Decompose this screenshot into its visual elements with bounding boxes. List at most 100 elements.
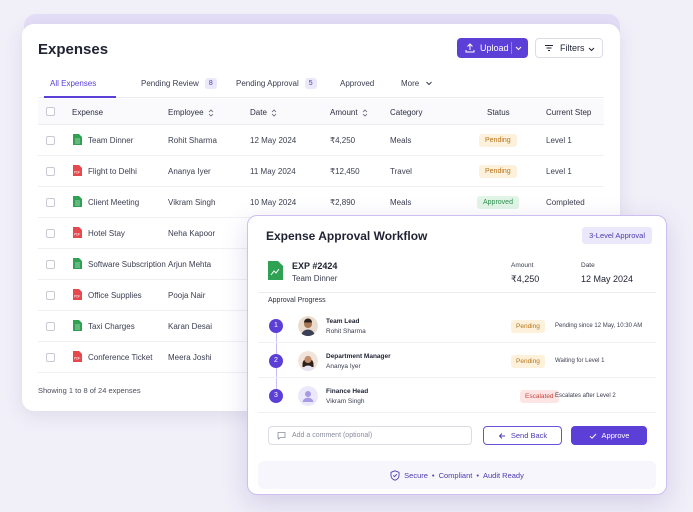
expense-amount: ₹4,250: [330, 136, 356, 145]
tab-more[interactable]: More: [401, 76, 433, 90]
status-badge: Pending: [511, 355, 545, 368]
chevron-down-icon: [426, 81, 433, 86]
expense-amount: ₹12,450: [330, 167, 360, 176]
select-all-checkbox[interactable]: [46, 107, 55, 116]
send-back-button[interactable]: Send Back: [483, 426, 562, 445]
pdf-icon: PDF: [73, 227, 82, 238]
upload-divider: [511, 42, 512, 54]
column-status: Status: [487, 108, 510, 117]
svg-text:PDF: PDF: [74, 357, 80, 361]
table-row[interactable]: PDF Flight to Delhi Ananya Iyer 11 May 2…: [38, 156, 604, 187]
footer-secure: Secure: [404, 470, 428, 480]
filters-button[interactable]: Filters: [535, 38, 603, 58]
tab-label: Pending Review: [141, 78, 199, 88]
send-back-label: Send Back: [510, 431, 548, 440]
approve-label: Approve: [601, 431, 630, 440]
expense-date: 10 May 2024: [250, 198, 297, 207]
row-checkbox[interactable]: [46, 229, 55, 238]
step-number: 3: [269, 389, 283, 403]
employee-name: Neha Kapoor: [168, 229, 216, 238]
table-row[interactable]: Team Dinner Rohit Sharma 12 May 2024 ₹4,…: [38, 125, 604, 156]
sheet-icon: [268, 261, 283, 280]
step-approver: Vikram Singh: [326, 398, 365, 405]
expense-name: Conference Ticket: [88, 353, 153, 362]
expense-name: Team Dinner: [292, 274, 338, 283]
table-row[interactable]: Client Meeting Vikram Singh 10 May 2024 …: [38, 187, 604, 218]
sheet-icon: [73, 258, 82, 269]
comment-input[interactable]: Add a comment (optional): [268, 426, 472, 445]
upload-label: Upload: [480, 43, 509, 53]
upload-button[interactable]: Upload: [457, 38, 528, 58]
current-step: Completed: [546, 198, 585, 207]
step-note: Pending since 12 May, 10:30 AM: [555, 323, 643, 329]
step-note: Escalates after Level 2: [555, 393, 616, 399]
sort-icon: [271, 108, 277, 117]
tab-approved[interactable]: Approved: [340, 76, 374, 90]
arrow-left-icon: [498, 432, 505, 439]
row-checkbox[interactable]: [46, 167, 55, 176]
step-number: 1: [269, 319, 283, 333]
row-checkbox[interactable]: [46, 353, 55, 362]
expense-category: Travel: [390, 167, 412, 176]
count-badge: 8: [204, 77, 217, 89]
approval-step: 2 Department Manager Ananya Iyer Pending…: [258, 343, 656, 378]
row-checkbox[interactable]: [46, 198, 55, 207]
current-step: Level 1: [546, 167, 572, 176]
svg-text:PDF: PDF: [74, 295, 80, 299]
expense-name: Flight to Delhi: [88, 167, 137, 176]
employee-name: Ananya Iyer: [168, 167, 211, 176]
column-current-step: Current Step: [546, 108, 592, 117]
tab-label: Pending Approval: [236, 78, 299, 88]
amount-value: ₹4,250: [511, 274, 540, 284]
page-title: Expenses: [38, 41, 109, 58]
sheet-icon: [73, 320, 82, 331]
svg-text:PDF: PDF: [74, 233, 80, 237]
row-checkbox[interactable]: [46, 136, 55, 145]
tab-all-expenses[interactable]: All Expenses: [50, 76, 96, 90]
sort-icon: [208, 108, 213, 117]
expense-id: EXP #2424: [292, 261, 338, 271]
expense-name: Hotel Stay: [88, 229, 125, 238]
comment-icon: [277, 432, 286, 440]
date-label: Date: [581, 262, 595, 269]
expense-tabs: All Expenses Pending Review 8 Pending Ap…: [38, 66, 604, 98]
row-checkbox[interactable]: [46, 322, 55, 331]
employee-name: Meera Joshi: [168, 353, 212, 362]
expense-summary: EXP #2424 Team Dinner Amount ₹4,250 Date…: [258, 253, 656, 293]
tab-pending-review[interactable]: Pending Review 8: [141, 76, 217, 90]
status-badge: Pending: [479, 165, 517, 178]
column-date[interactable]: Date: [250, 108, 278, 117]
employee-name: Karan Desai: [168, 322, 213, 331]
comment-placeholder: Add a comment (optional): [292, 432, 373, 439]
expense-name: Team Dinner: [88, 136, 134, 145]
footer-separator: •: [431, 470, 435, 480]
approve-button[interactable]: Approve: [571, 426, 647, 445]
status-badge: Pending: [511, 320, 545, 333]
step-role: Finance Head: [326, 388, 369, 395]
date-value: 12 May 2024: [581, 274, 634, 284]
user-placeholder-icon: [298, 386, 318, 406]
approval-level-badge: 3-Level Approval: [582, 227, 652, 244]
status-badge: Pending: [479, 134, 517, 147]
expense-name: Office Supplies: [88, 291, 142, 300]
step-approver: Rohit Sharma: [326, 328, 366, 335]
row-checkbox[interactable]: [46, 260, 55, 269]
expense-category: Meals: [390, 198, 412, 207]
expense-category: Meals: [390, 136, 412, 145]
active-tab-indicator: [44, 96, 116, 98]
upload-icon: [465, 43, 475, 53]
step-approver: Ananya Iyer: [326, 363, 361, 370]
row-checkbox[interactable]: [46, 291, 55, 300]
filters-label: Filters: [560, 43, 585, 53]
progress-heading: Approval Progress: [268, 297, 326, 304]
tab-pending-approval[interactable]: Pending Approval 5: [236, 76, 317, 90]
column-amount[interactable]: Amount: [330, 108, 369, 117]
expense-date: 12 May 2024: [250, 136, 297, 145]
approval-workflow-panel: Expense Approval Workflow 3-Level Approv…: [247, 215, 667, 495]
chevron-down-icon[interactable]: [514, 42, 523, 54]
employee-name: Vikram Singh: [168, 198, 216, 207]
status-badge: Escalated: [520, 390, 559, 403]
pdf-icon: PDF: [73, 351, 82, 362]
table-header: Expense Employee Date Amount Category St…: [38, 99, 604, 125]
column-employee[interactable]: Employee: [168, 108, 215, 117]
